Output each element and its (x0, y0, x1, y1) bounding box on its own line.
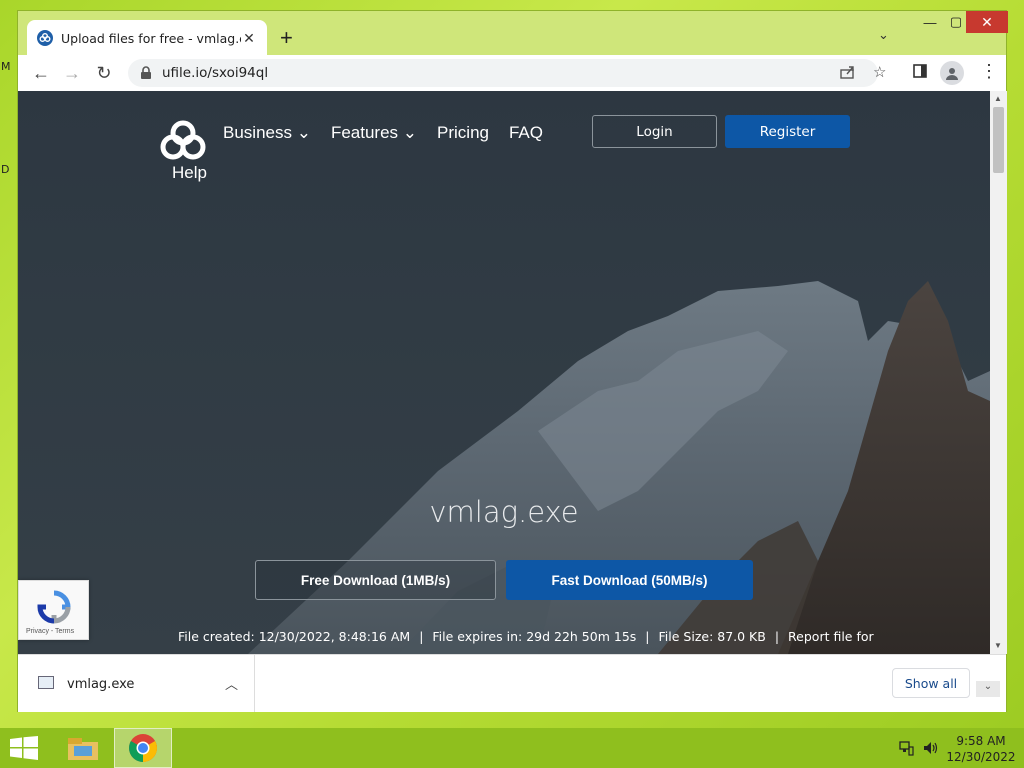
new-tab-button[interactable]: + (280, 25, 293, 51)
share-icon[interactable] (840, 65, 856, 83)
recaptcha-badge[interactable]: Privacy - Terms (18, 580, 89, 640)
side-panel-icon[interactable] (913, 64, 927, 83)
free-download-button[interactable]: Free Download (1MB/s) (255, 560, 496, 600)
clock-date: 12/30/2022 (946, 750, 1016, 764)
scrollbar-thumb[interactable] (993, 107, 1004, 173)
nav-pricing-link[interactable]: Pricing (437, 123, 489, 143)
ufile-logo-icon[interactable] (158, 117, 208, 167)
address-bar[interactable]: ufile.io/sxoi94ql (128, 59, 878, 87)
chevron-up-icon[interactable]: ︿ (225, 674, 238, 693)
desktop-icon-label: D (1, 163, 10, 176)
nav-faq-link[interactable]: FAQ (509, 123, 543, 143)
tab-close-icon[interactable]: ✕ (241, 30, 257, 47)
meta-separator: | (774, 629, 780, 644)
page-scrollbar[interactable]: ▲ ▼ (990, 91, 1007, 654)
close-window-button[interactable]: ✕ (966, 11, 1008, 33)
windows-start-icon[interactable] (10, 736, 38, 760)
show-all-button[interactable]: Show all (892, 668, 970, 698)
bookmark-star-icon[interactable]: ☆ (873, 63, 886, 81)
browser-toolbar: ← → ↻ ufile.io/sxoi94ql ☆ ⋮ (18, 55, 1006, 91)
chrome-taskbar-icon[interactable] (114, 728, 172, 768)
site-logo[interactable]: Help (158, 117, 208, 182)
tab-strip: Upload files for free - vmlag.exe ✕ + ⌄ … (18, 11, 1008, 56)
nav-business-link[interactable]: Business ⌄ (223, 123, 311, 143)
download-shelf: vmlag.exe ︿ Show all ⌄ (18, 654, 1006, 712)
tab-title: Upload files for free - vmlag.exe (61, 30, 241, 46)
volume-icon[interactable] (922, 740, 938, 759)
clock-time: 9:58 AM (956, 734, 1006, 748)
page-viewport: Help Business ⌄ Features ⌄ Pricing FAQ L… (18, 91, 990, 654)
meta-separator: | (419, 629, 424, 644)
browser-tab[interactable]: Upload files for free - vmlag.exe ✕ (27, 20, 267, 56)
meta-separator: | (645, 629, 650, 644)
profile-avatar-icon[interactable] (940, 61, 964, 85)
file-size: File Size: 87.0 KB (658, 629, 766, 644)
browser-window: Upload files for free - vmlag.exe ✕ + ⌄ … (17, 10, 1008, 712)
lock-icon[interactable] (140, 66, 152, 80)
report-file-link[interactable]: Report file for (788, 629, 874, 644)
register-button[interactable]: Register (725, 115, 850, 148)
forward-button[interactable]: → (59, 60, 85, 86)
recaptcha-privacy-terms[interactable]: Privacy - Terms (26, 628, 74, 635)
login-button[interactable]: Login (592, 115, 717, 148)
windows-taskbar: 9:58 AM 12/30/2022 (0, 728, 1024, 768)
nav-help-link[interactable]: Help (172, 163, 207, 183)
recaptcha-icon (37, 590, 71, 624)
site-menu: Business ⌄ Features ⌄ Pricing FAQ (223, 119, 563, 143)
close-shelf-icon[interactable]: ⌄ (976, 681, 1000, 697)
ufile-favicon-icon (37, 30, 53, 46)
file-created: File created: 12/30/2022, 8:48:16 AM (178, 629, 411, 644)
reload-button[interactable]: ↻ (91, 60, 117, 86)
download-item[interactable]: vmlag.exe ︿ (18, 655, 255, 712)
exe-file-icon (38, 676, 54, 689)
file-meta-info: File created: 12/30/2022, 8:48:16 AM | Fil… (178, 629, 874, 644)
fast-download-button[interactable]: Fast Download (50MB/s) (506, 560, 753, 600)
back-button[interactable]: ← (28, 60, 54, 86)
mountain-background-image (248, 281, 990, 654)
nav-features-link[interactable]: Features ⌄ (331, 123, 417, 143)
desktop-icon-label: M (1, 60, 11, 73)
file-explorer-taskbar-icon[interactable] (54, 728, 112, 768)
taskbar-clock[interactable]: 9:58 AM 12/30/2022 (946, 733, 1016, 765)
download-file-name: vmlag.exe (67, 677, 135, 692)
file-expires: File expires in: 29d 22h 50m 15s (432, 629, 637, 644)
file-name-heading: vmlag.exe (429, 495, 579, 529)
tab-search-icon[interactable]: ⌄ (878, 27, 889, 43)
url-text: ufile.io/sxoi94ql (162, 65, 269, 81)
network-icon[interactable] (898, 740, 914, 759)
scroll-down-icon[interactable]: ▼ (994, 641, 1002, 650)
menu-kebab-icon[interactable]: ⋮ (980, 61, 998, 82)
scroll-up-icon[interactable]: ▲ (994, 94, 1002, 103)
